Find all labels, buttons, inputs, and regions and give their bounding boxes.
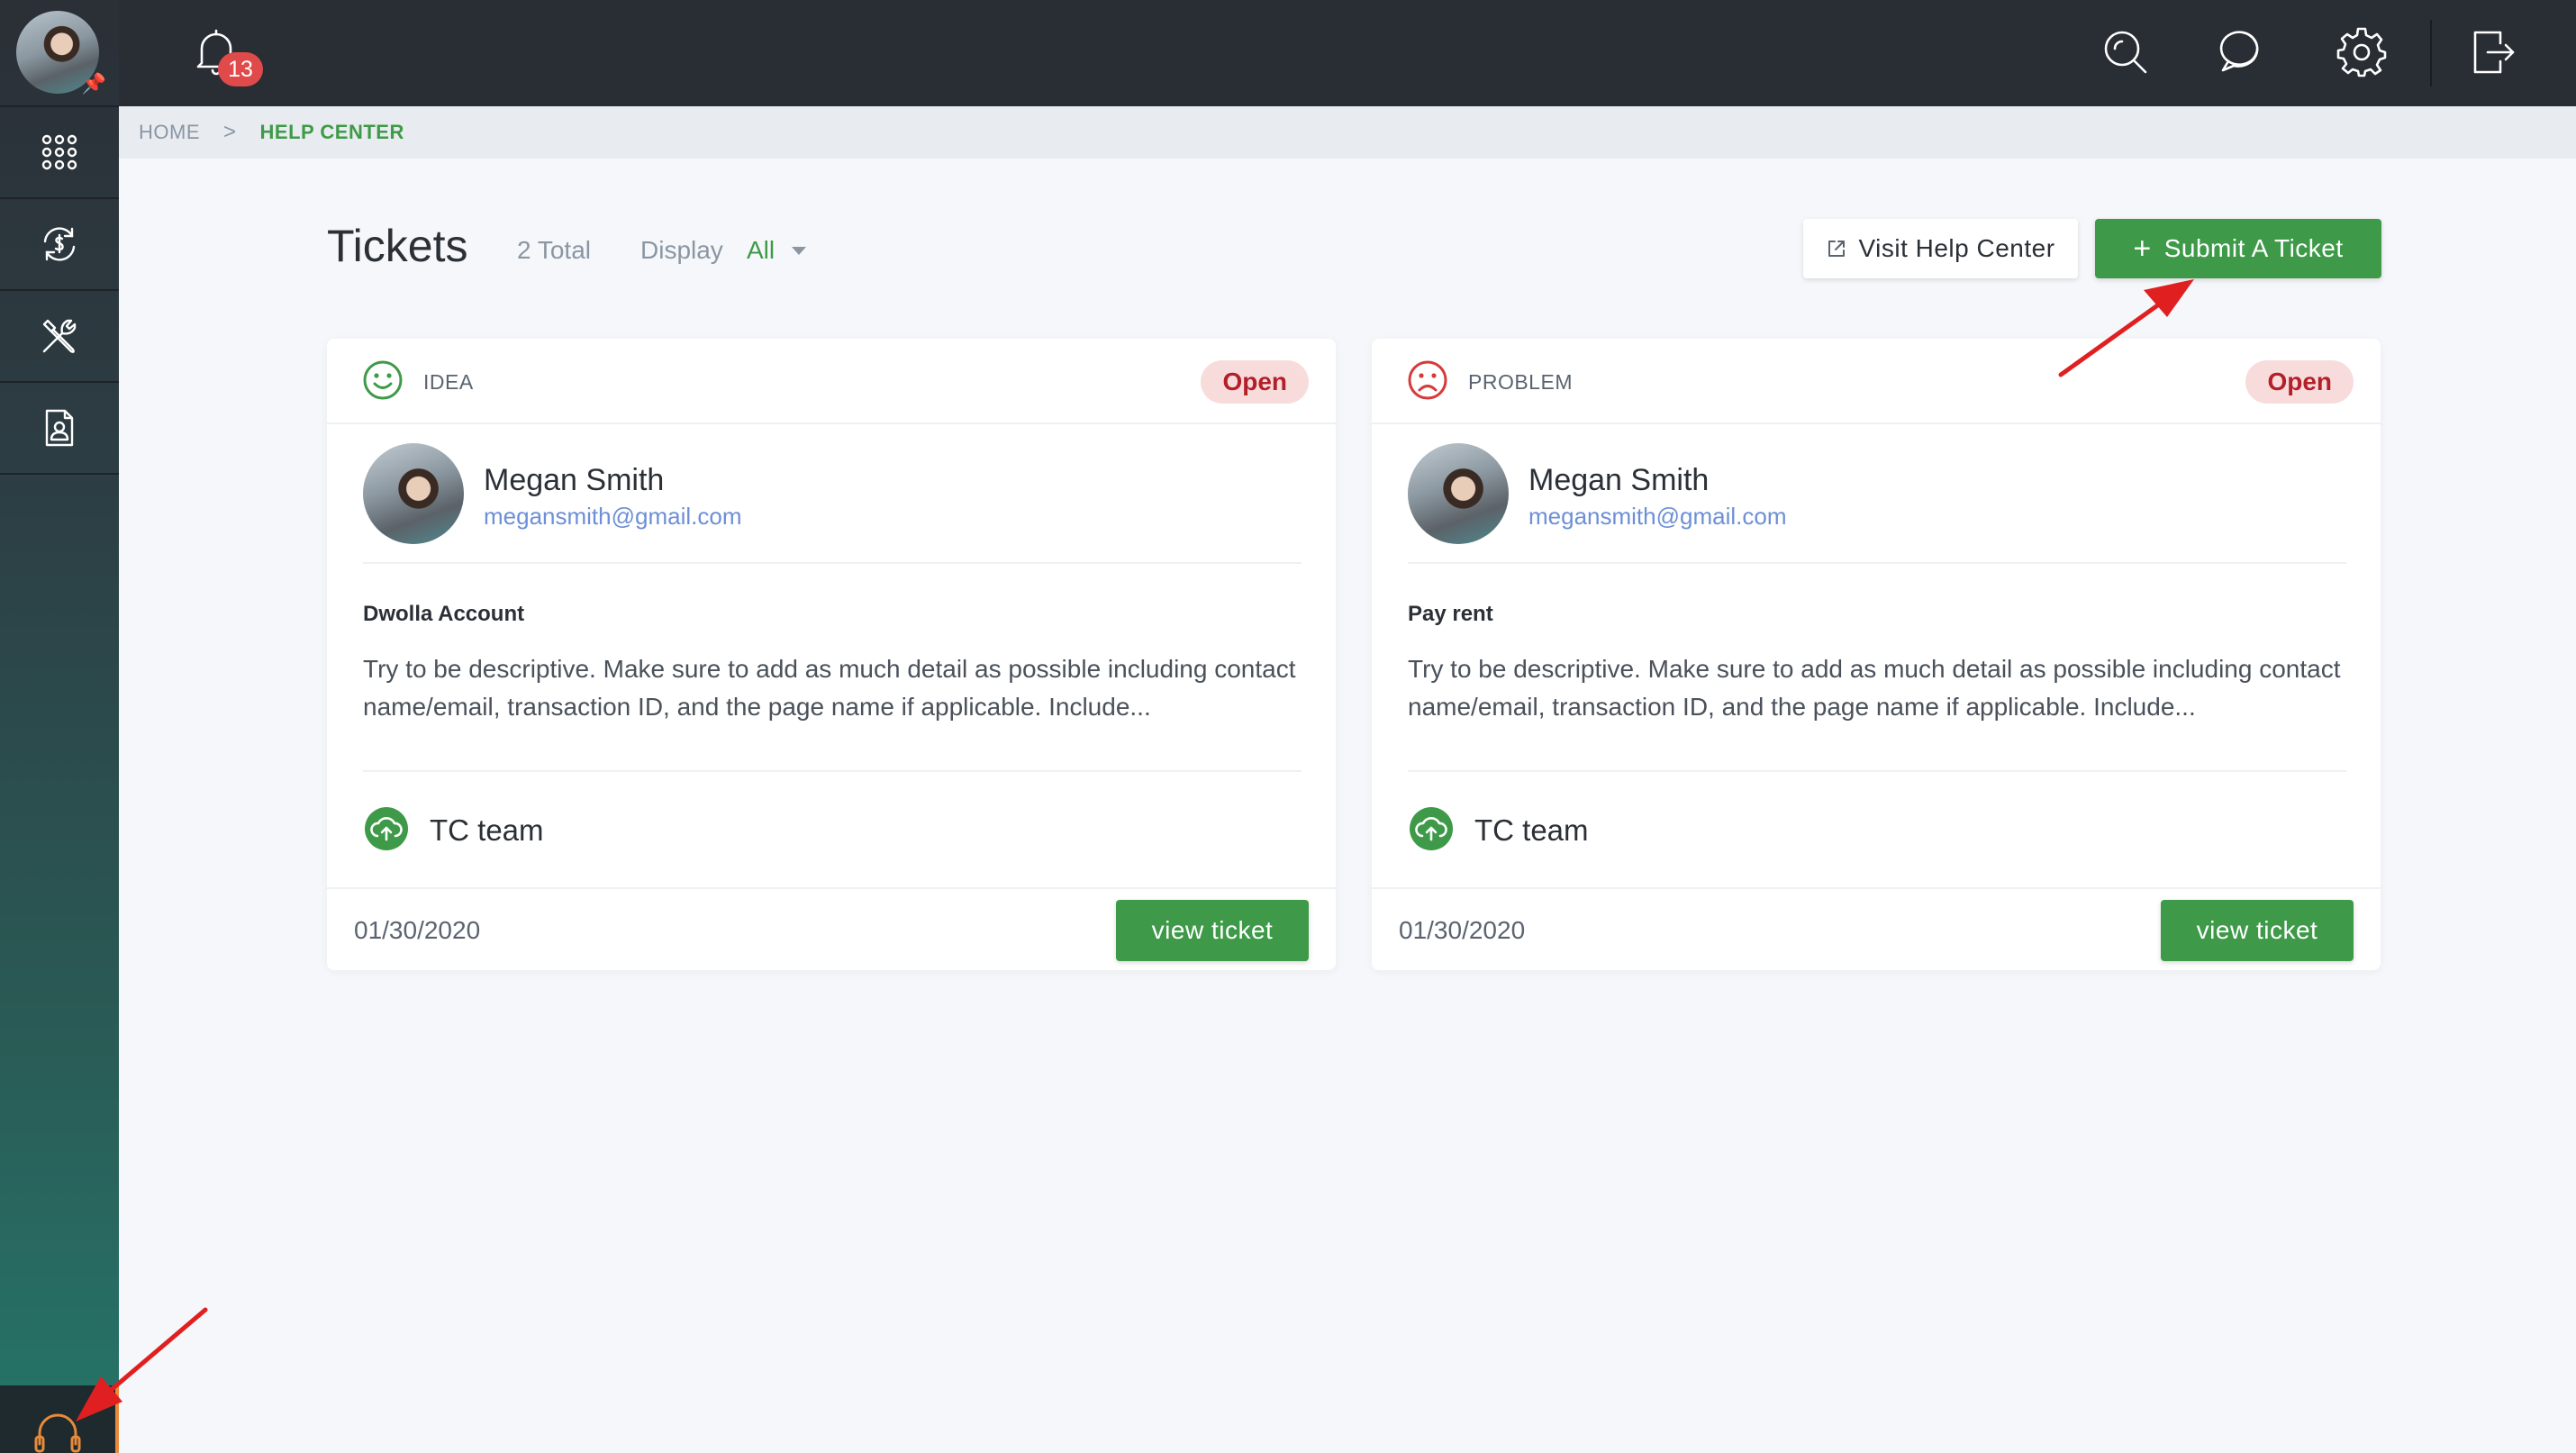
cloud-upload-icon	[365, 807, 408, 850]
sidebar-item-tools[interactable]	[0, 291, 119, 381]
status-badge: Open	[1201, 360, 1309, 404]
smile-face-icon	[363, 360, 403, 400]
avatar	[1408, 443, 1509, 544]
headset-icon	[34, 1413, 81, 1453]
page-title: Tickets	[327, 221, 468, 271]
ticket-type-label: IDEA	[423, 370, 474, 394]
ticket-user-email[interactable]: megansmith@gmail.com	[1528, 503, 1786, 531]
cloud-upload-icon	[1410, 807, 1453, 850]
ticket-user-name: Megan Smith	[1528, 463, 1710, 497]
sidebar-divider	[0, 473, 119, 475]
display-filter-label: Display	[640, 236, 723, 264]
sidebar-item-contacts[interactable]	[0, 383, 119, 473]
breadcrumb-current: HELP CENTER	[259, 121, 404, 143]
ticket-card: IDEA Open Megan Smith megansmith@gmail.c…	[327, 339, 1336, 970]
ticket-description: Try to be descriptive. Make sure to add …	[363, 655, 1296, 721]
ticket-card-footer: 01/30/2020 view ticket	[327, 887, 1336, 970]
visit-help-center-label: Visit Help Center	[1858, 234, 2055, 262]
ticket-date: 01/30/2020	[1399, 916, 1526, 944]
sidebar: 📌	[0, 0, 119, 1453]
visit-help-center-button[interactable]: Visit Help Center	[1803, 219, 2078, 278]
user-avatar-button[interactable]: 📌	[16, 11, 106, 95]
ticket-user-email[interactable]: megansmith@gmail.com	[484, 503, 741, 531]
ticket-type-label: PROBLEM	[1468, 370, 1573, 394]
card-divider	[363, 562, 1302, 564]
gear-icon[interactable]	[2335, 25, 2389, 79]
ticket-total-count: 2 Total	[517, 236, 591, 264]
search-icon[interactable]	[2099, 25, 2153, 79]
submit-ticket-label: Submit A Ticket	[2163, 234, 2344, 262]
chevron-down-icon[interactable]	[792, 247, 806, 255]
breadcrumb: HOME > HELP CENTER	[119, 106, 2576, 159]
external-link-icon	[1828, 241, 1846, 257]
plus-icon: +	[2133, 232, 2152, 266]
card-divider	[1408, 770, 2346, 772]
avatar	[363, 443, 464, 544]
chevron-right-icon: >	[223, 120, 237, 144]
ticket-card-header: PROBLEM Open	[1372, 339, 2381, 424]
breadcrumb-home-link[interactable]: HOME	[139, 121, 200, 144]
sidebar-item-apps[interactable]	[0, 107, 119, 197]
ticket-card: PROBLEM Open Megan Smith megansmith@gmai…	[1372, 339, 2381, 970]
submit-ticket-button[interactable]: + Submit A Ticket	[2095, 219, 2381, 278]
money-exchange-icon	[43, 227, 76, 261]
ticket-subject: Dwolla Account	[363, 602, 525, 626]
view-ticket-button[interactable]: view ticket	[1116, 900, 1309, 961]
sidebar-item-help-center[interactable]	[0, 1385, 119, 1453]
sidebar-item-payments[interactable]	[0, 199, 119, 289]
pin-icon[interactable]: 📌	[82, 72, 106, 95]
sad-face-icon	[1408, 360, 1447, 400]
view-ticket-button[interactable]: view ticket	[2161, 900, 2354, 961]
topbar-separator	[2430, 20, 2432, 86]
card-divider	[363, 770, 1302, 772]
ticket-date: 01/30/2020	[354, 916, 481, 944]
ticket-card-header: IDEA Open	[327, 339, 1336, 424]
ticket-card-footer: 01/30/2020 view ticket	[1372, 887, 2381, 970]
status-badge: Open	[2245, 360, 2354, 404]
ticket-team-name: TC team	[1474, 813, 1589, 847]
top-bar: 13	[119, 0, 2576, 106]
contact-document-icon	[45, 409, 74, 447]
display-filter-dropdown[interactable]: All	[747, 236, 775, 265]
chat-icon[interactable]	[2216, 25, 2270, 79]
grid-icon	[41, 134, 77, 170]
ticket-team-name: TC team	[430, 813, 544, 847]
ticket-description: Try to be descriptive. Make sure to add …	[1408, 655, 2341, 721]
notification-count-badge: 13	[218, 52, 263, 86]
logout-icon[interactable]	[2466, 25, 2520, 79]
card-divider	[1408, 562, 2346, 564]
tools-icon	[42, 319, 77, 353]
ticket-user-name: Megan Smith	[484, 463, 665, 497]
ticket-subject: Pay rent	[1408, 602, 1493, 626]
